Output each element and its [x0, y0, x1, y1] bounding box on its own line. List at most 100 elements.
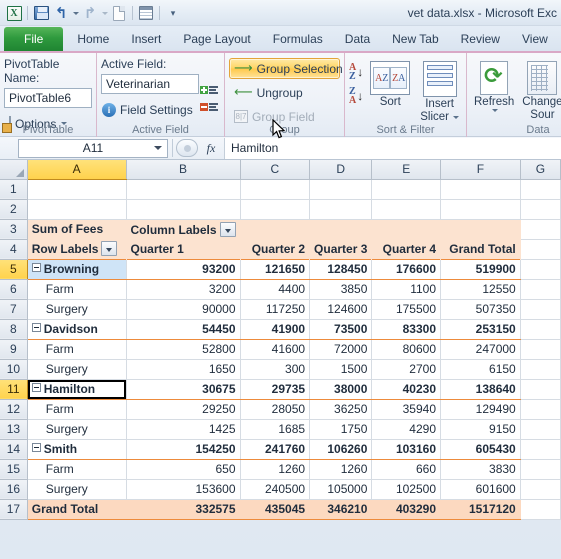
cell-r6-c1[interactable]: Farm: [27, 279, 127, 300]
cell-blank[interactable]: [520, 199, 561, 220]
cell-blank[interactable]: [520, 479, 561, 500]
cell-r6-c6[interactable]: 12550: [440, 279, 521, 300]
cell-r15-c1[interactable]: Farm: [27, 459, 127, 480]
cell-r3-c5[interactable]: [371, 219, 441, 239]
row-header-9[interactable]: 9: [0, 339, 28, 360]
cell-r3-c3[interactable]: [240, 219, 311, 239]
cell-blank[interactable]: [520, 219, 561, 240]
cell-r4-c5[interactable]: Quarter 4: [371, 239, 441, 259]
cell-r13-c1[interactable]: Surgery: [27, 419, 127, 440]
cell-r6-c4[interactable]: 3850: [309, 279, 373, 300]
insert-function-icon[interactable]: fx: [198, 141, 224, 156]
cell-r11-c4[interactable]: 38000: [309, 379, 373, 400]
cell-r12-c2[interactable]: 29250: [126, 399, 241, 420]
cell-r15-c2[interactable]: 650: [126, 459, 241, 480]
cell-r2-c4[interactable]: [309, 199, 373, 220]
cell-r18-c6[interactable]: [440, 519, 521, 520]
cell-r14-c4[interactable]: 106260: [309, 439, 373, 460]
cell-r5-c6[interactable]: 519900: [440, 258, 521, 280]
pivottable-name-input[interactable]: PivotTable6: [4, 88, 92, 108]
redo-dropdown-icon[interactable]: [100, 3, 109, 23]
column-header-f[interactable]: F: [440, 160, 521, 180]
cell-r16-c1[interactable]: Surgery: [27, 479, 127, 500]
row-header-11[interactable]: 11: [0, 379, 28, 400]
tab-home[interactable]: Home: [66, 27, 120, 51]
name-box-dropdown-icon[interactable]: [154, 146, 162, 150]
cell-r4-c6[interactable]: Grand Total: [440, 239, 521, 259]
save-icon[interactable]: [31, 3, 51, 23]
collapse-toggle-icon[interactable]: [31, 263, 41, 272]
refresh-dropdown-icon[interactable]: [491, 109, 498, 112]
filter-dropdown-icon[interactable]: [101, 241, 118, 257]
cell-r8-c2[interactable]: 54450: [126, 319, 241, 340]
row-header-17[interactable]: 17: [0, 499, 28, 520]
cell-r5-c2[interactable]: 93200: [126, 258, 241, 280]
cell-r2-c3[interactable]: [240, 199, 311, 220]
cell-r9-c1[interactable]: Farm: [27, 339, 127, 360]
cell-r17-c2[interactable]: 332575: [126, 498, 241, 520]
cell-r9-c3[interactable]: 41600: [240, 339, 311, 360]
cell-r3-c4[interactable]: [309, 219, 373, 239]
cell-r7-c1[interactable]: Surgery: [27, 299, 127, 320]
cell-r14-c6[interactable]: 605430: [440, 439, 521, 460]
cell-r17-c1[interactable]: Grand Total: [27, 498, 127, 520]
collapse-toggle-icon[interactable]: [31, 323, 41, 332]
cell-r13-c3[interactable]: 1685: [240, 419, 311, 440]
cell-blank[interactable]: [520, 419, 561, 440]
insert-slicer-dropdown-icon[interactable]: [453, 115, 459, 119]
cell-r8-c6[interactable]: 253150: [440, 319, 521, 340]
cell-blank[interactable]: [520, 279, 561, 300]
cell-r6-c5[interactable]: 1100: [371, 279, 441, 300]
cell-r14-c1[interactable]: Smith: [27, 439, 127, 460]
column-header-g[interactable]: G: [520, 160, 561, 180]
cell-blank[interactable]: [520, 319, 561, 340]
tab-page-layout[interactable]: Page Layout: [172, 27, 261, 51]
cell-blank[interactable]: [520, 359, 561, 380]
cell-r12-c1[interactable]: Farm: [27, 399, 127, 420]
row-header-3[interactable]: 3: [0, 219, 28, 240]
row-header-7[interactable]: 7: [0, 299, 28, 320]
cell-r8-c1[interactable]: Davidson: [27, 319, 127, 340]
cell-r12-c3[interactable]: 28050: [240, 399, 311, 420]
cell-r2-c2[interactable]: [126, 199, 241, 220]
cell-r15-c6[interactable]: 3830: [440, 459, 521, 480]
cell-r18-c2[interactable]: [126, 519, 241, 520]
cell-r16-c5[interactable]: 102500: [371, 479, 441, 500]
ungroup-button[interactable]: ⟵ Ungroup: [229, 82, 340, 103]
cell-r15-c5[interactable]: 660: [371, 459, 441, 480]
collapse-entire-field-icon[interactable]: [200, 102, 220, 111]
cell-r11-c6[interactable]: 138640: [440, 379, 521, 400]
cell-r18-c5[interactable]: [371, 519, 441, 520]
field-settings-button[interactable]: i Field Settings: [101, 99, 200, 120]
row-header-18[interactable]: 18: [0, 519, 28, 520]
tab-data[interactable]: Data: [334, 27, 381, 51]
formula-input[interactable]: Hamilton: [224, 137, 561, 159]
filter-dropdown-icon[interactable]: [219, 221, 236, 237]
row-header-10[interactable]: 10: [0, 359, 28, 380]
redo-icon[interactable]: ↱: [80, 3, 100, 23]
cell-r13-c4[interactable]: 1750: [309, 419, 373, 440]
cell-r2-c5[interactable]: [371, 199, 441, 220]
cell-r18-c3[interactable]: [240, 519, 311, 520]
tab-insert[interactable]: Insert: [120, 27, 172, 51]
cell-r12-c6[interactable]: 129490: [440, 399, 521, 420]
cell-r15-c4[interactable]: 1260: [309, 459, 373, 480]
cell-r14-c5[interactable]: 103160: [371, 439, 441, 460]
cell-r10-c1[interactable]: Surgery: [27, 359, 127, 380]
group-selection-button[interactable]: ⟶ Group Selection: [229, 58, 343, 79]
cell-r4-c3[interactable]: Quarter 2: [240, 239, 311, 259]
cell-r16-c6[interactable]: 601600: [440, 479, 521, 500]
column-header-e[interactable]: E: [371, 160, 441, 180]
cell-r7-c5[interactable]: 175500: [371, 299, 441, 320]
sort-descending-icon[interactable]: Z A ↓: [349, 87, 363, 106]
cell-r16-c2[interactable]: 153600: [126, 479, 241, 500]
cell-blank[interactable]: [520, 459, 561, 480]
cell-r10-c4[interactable]: 1500: [309, 359, 373, 380]
cell-r8-c3[interactable]: 41900: [240, 319, 311, 340]
cell-r9-c5[interactable]: 80600: [371, 339, 441, 360]
cell-r7-c4[interactable]: 124600: [309, 299, 373, 320]
cell-r8-c4[interactable]: 73500: [309, 319, 373, 340]
row-header-8[interactable]: 8: [0, 319, 28, 340]
cell-r2-c1[interactable]: [27, 199, 127, 220]
row-header-4[interactable]: 4: [0, 239, 28, 260]
